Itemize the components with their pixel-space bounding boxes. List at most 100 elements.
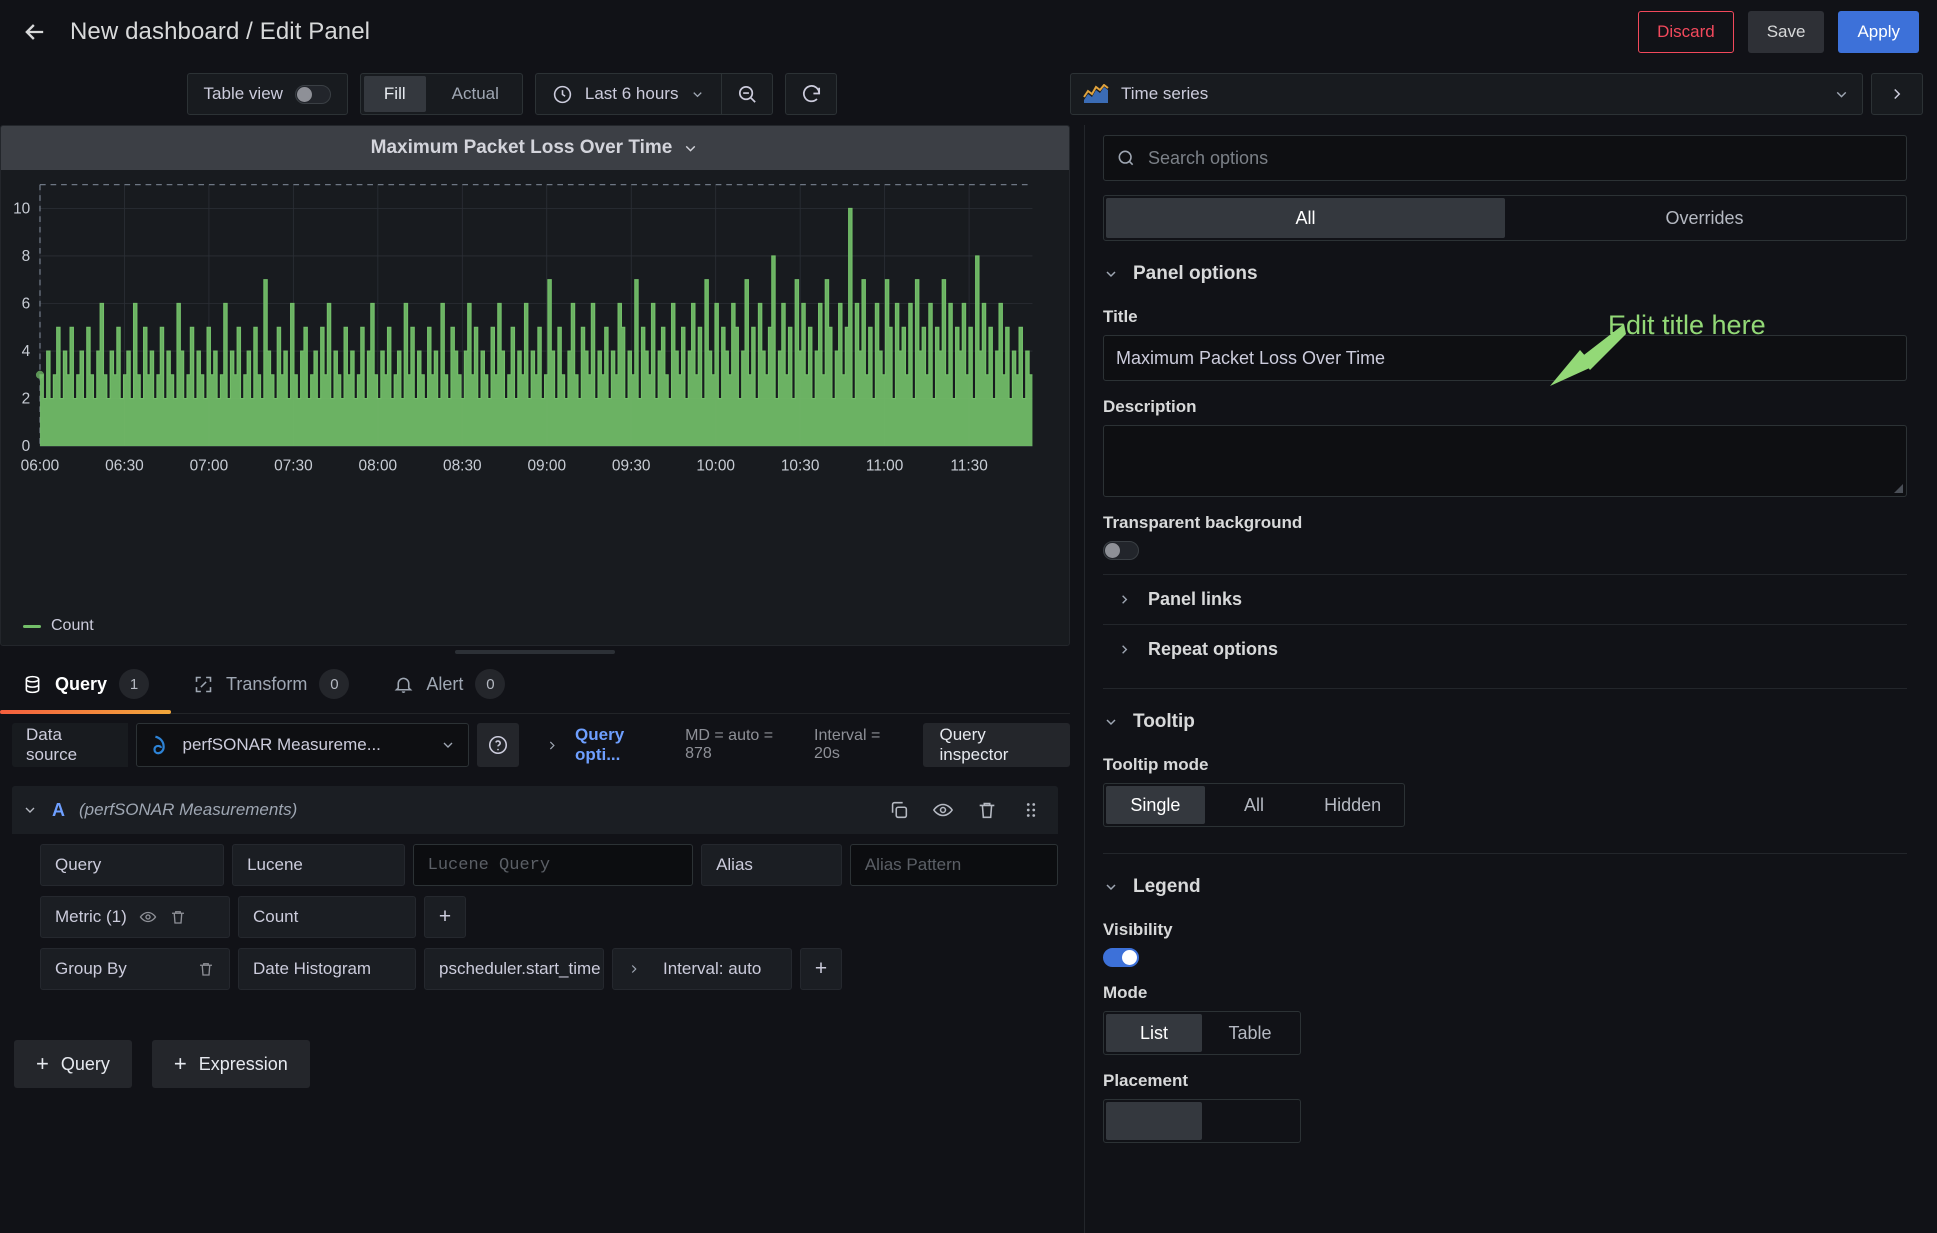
metric-aggregation-select[interactable]: Count [238,896,416,938]
tab-all[interactable]: All [1106,198,1505,238]
group-by-interval-toggle[interactable]: Interval: auto [612,948,792,990]
table-view-control[interactable]: Table view [188,84,347,104]
query-options-toggle[interactable]: Query opti... MD = auto = 878 Interval =… [537,723,914,767]
tooltip-mode-all[interactable]: All [1205,786,1304,824]
panel-title-input[interactable]: Maximum Packet Loss Over Time [1103,335,1907,381]
table-view-group: Table view [186,73,348,115]
discard-button[interactable]: Discard [1638,10,1734,53]
refresh-button[interactable] [786,73,836,115]
panel-title-text: Maximum Packet Loss Over Time [370,137,673,158]
query-language-select[interactable]: Lucene [232,844,405,886]
group-by-delete-button[interactable] [197,960,215,978]
metric-visibility-toggle[interactable] [139,908,157,926]
time-series-icon [1083,84,1109,103]
actual-button[interactable]: Actual [432,76,519,112]
add-query-button[interactable]: + Query [14,1040,132,1088]
arrow-left-icon [25,23,44,40]
repeat-options-row[interactable]: Repeat options [1103,624,1907,674]
legend-mode-table[interactable]: Table [1202,1014,1298,1052]
table-view-toggle[interactable] [294,84,331,104]
search-options-input[interactable]: Search options [1148,148,1268,169]
drag-handle-icon[interactable] [1020,799,1042,821]
data-source-select[interactable]: perfSONAR Measureme... [135,723,469,767]
tooltip-mode-hidden[interactable]: Hidden [1303,786,1402,824]
visualization-name: Time series [1121,84,1209,103]
query-row-a: A (perfSONAR Measurements) Query Lucene … [12,786,1059,1014]
query-lucene-row: Query Lucene Lucene Query Alias Alias Pa… [12,844,1059,896]
options-filter-tabs: All Overrides [1103,195,1907,241]
chevron-right-icon [631,965,637,973]
tab-transform[interactable]: Transform 0 [171,669,371,713]
time-series-chart[interactable] [1,170,1069,511]
back-button[interactable] [14,11,56,53]
perfsonar-icon [152,735,165,755]
search-options-box[interactable]: Search options [1103,135,1907,181]
panel-resize-handle[interactable] [0,646,1070,658]
chevron-down-icon [1836,91,1847,98]
chevron-down-icon[interactable] [22,802,38,818]
section-legend[interactable]: Legend [1103,854,1907,904]
legend-visibility-toggle[interactable] [1103,948,1139,967]
legend-mode-list[interactable]: List [1106,1014,1202,1052]
trash-icon[interactable] [976,799,998,821]
refresh-group [785,73,838,115]
toggle-knob [296,86,312,102]
lucene-query-input[interactable]: Lucene Query [412,844,694,886]
section-panel-options[interactable]: Panel options [1103,241,1907,291]
panel-links-row[interactable]: Panel links [1103,574,1907,624]
panel-menu-trigger[interactable]: Maximum Packet Loss Over Time [371,137,700,159]
alias-label: Alias [701,844,842,886]
chevron-down-icon [686,145,696,152]
tooltip-mode-single[interactable]: Single [1106,786,1205,824]
metric-row: Metric (1) Count + [12,896,1058,948]
options-pane-toggle[interactable] [1871,73,1923,115]
add-metric-button[interactable]: + [424,896,466,938]
metric-delete-button[interactable] [169,908,187,926]
query-inspector-button[interactable]: Query inspector [923,723,1070,767]
legend-placement-bottom[interactable] [1106,1102,1202,1140]
legend-placement-right[interactable] [1202,1102,1298,1140]
tab-alert[interactable]: Alert 0 [371,669,527,713]
plus-icon: + [36,1051,49,1076]
legend-series-name[interactable]: Count [51,617,94,635]
eye-icon[interactable] [932,799,954,821]
group-by-interval-label: Interval: auto [663,959,762,978]
plus-icon: + [173,1051,187,1076]
group-by-type-select[interactable]: Date Histogram [238,948,416,990]
zoom-out-button[interactable] [722,73,772,115]
tooltip-mode-segmented: Single All Hidden [1103,783,1405,827]
chevron-right-icon [549,741,555,749]
data-source-help-button[interactable] [476,723,519,767]
search-icon [1118,150,1134,166]
editor-tabs: Query 1 Transform 0 Alert 0 [0,658,1070,714]
save-button[interactable]: Save [1747,10,1825,53]
group-by-label-group: Group By [40,948,230,990]
apply-button[interactable]: Apply [1838,10,1919,53]
database-icon [25,675,40,693]
query-actions: + Query + Expression [0,1014,1070,1088]
query-ref-id[interactable]: A [52,800,65,821]
time-range-picker[interactable]: Last 6 hours [536,84,722,105]
panel-description-input[interactable] [1103,425,1907,497]
copy-icon[interactable] [888,799,910,821]
add-group-by-button[interactable]: + [800,948,842,990]
add-expression-button[interactable]: + Expression [151,1040,310,1088]
chevron-down-icon [693,91,703,97]
fill-actual-segmented: Fill Actual [361,73,522,115]
section-tooltip[interactable]: Tooltip [1103,689,1907,739]
visualization-picker[interactable]: Time series [1070,73,1863,115]
chevron-down-icon [1106,719,1116,726]
section-legend-label: Legend [1133,876,1201,897]
legend-visibility-label: Visibility [1103,920,1173,939]
add-expression-label: Expression [198,1053,288,1074]
query-options-interval: Interval = 20s [814,727,881,762]
chart-legend: Count [1,607,1069,645]
title-field-label: Title [1103,307,1138,326]
tab-overrides[interactable]: Overrides [1505,198,1904,238]
tab-query[interactable]: Query 1 [0,669,172,714]
main-content: Maximum Packet Loss Over Time 0 2 4 6 8 10 06:… [0,125,1937,1233]
alias-pattern-input[interactable]: Alias Pattern [849,844,1059,886]
group-by-field-select[interactable]: pscheduler.start_time [424,948,604,990]
fill-button[interactable]: Fill [363,76,426,112]
transparent-background-toggle[interactable] [1103,541,1139,560]
